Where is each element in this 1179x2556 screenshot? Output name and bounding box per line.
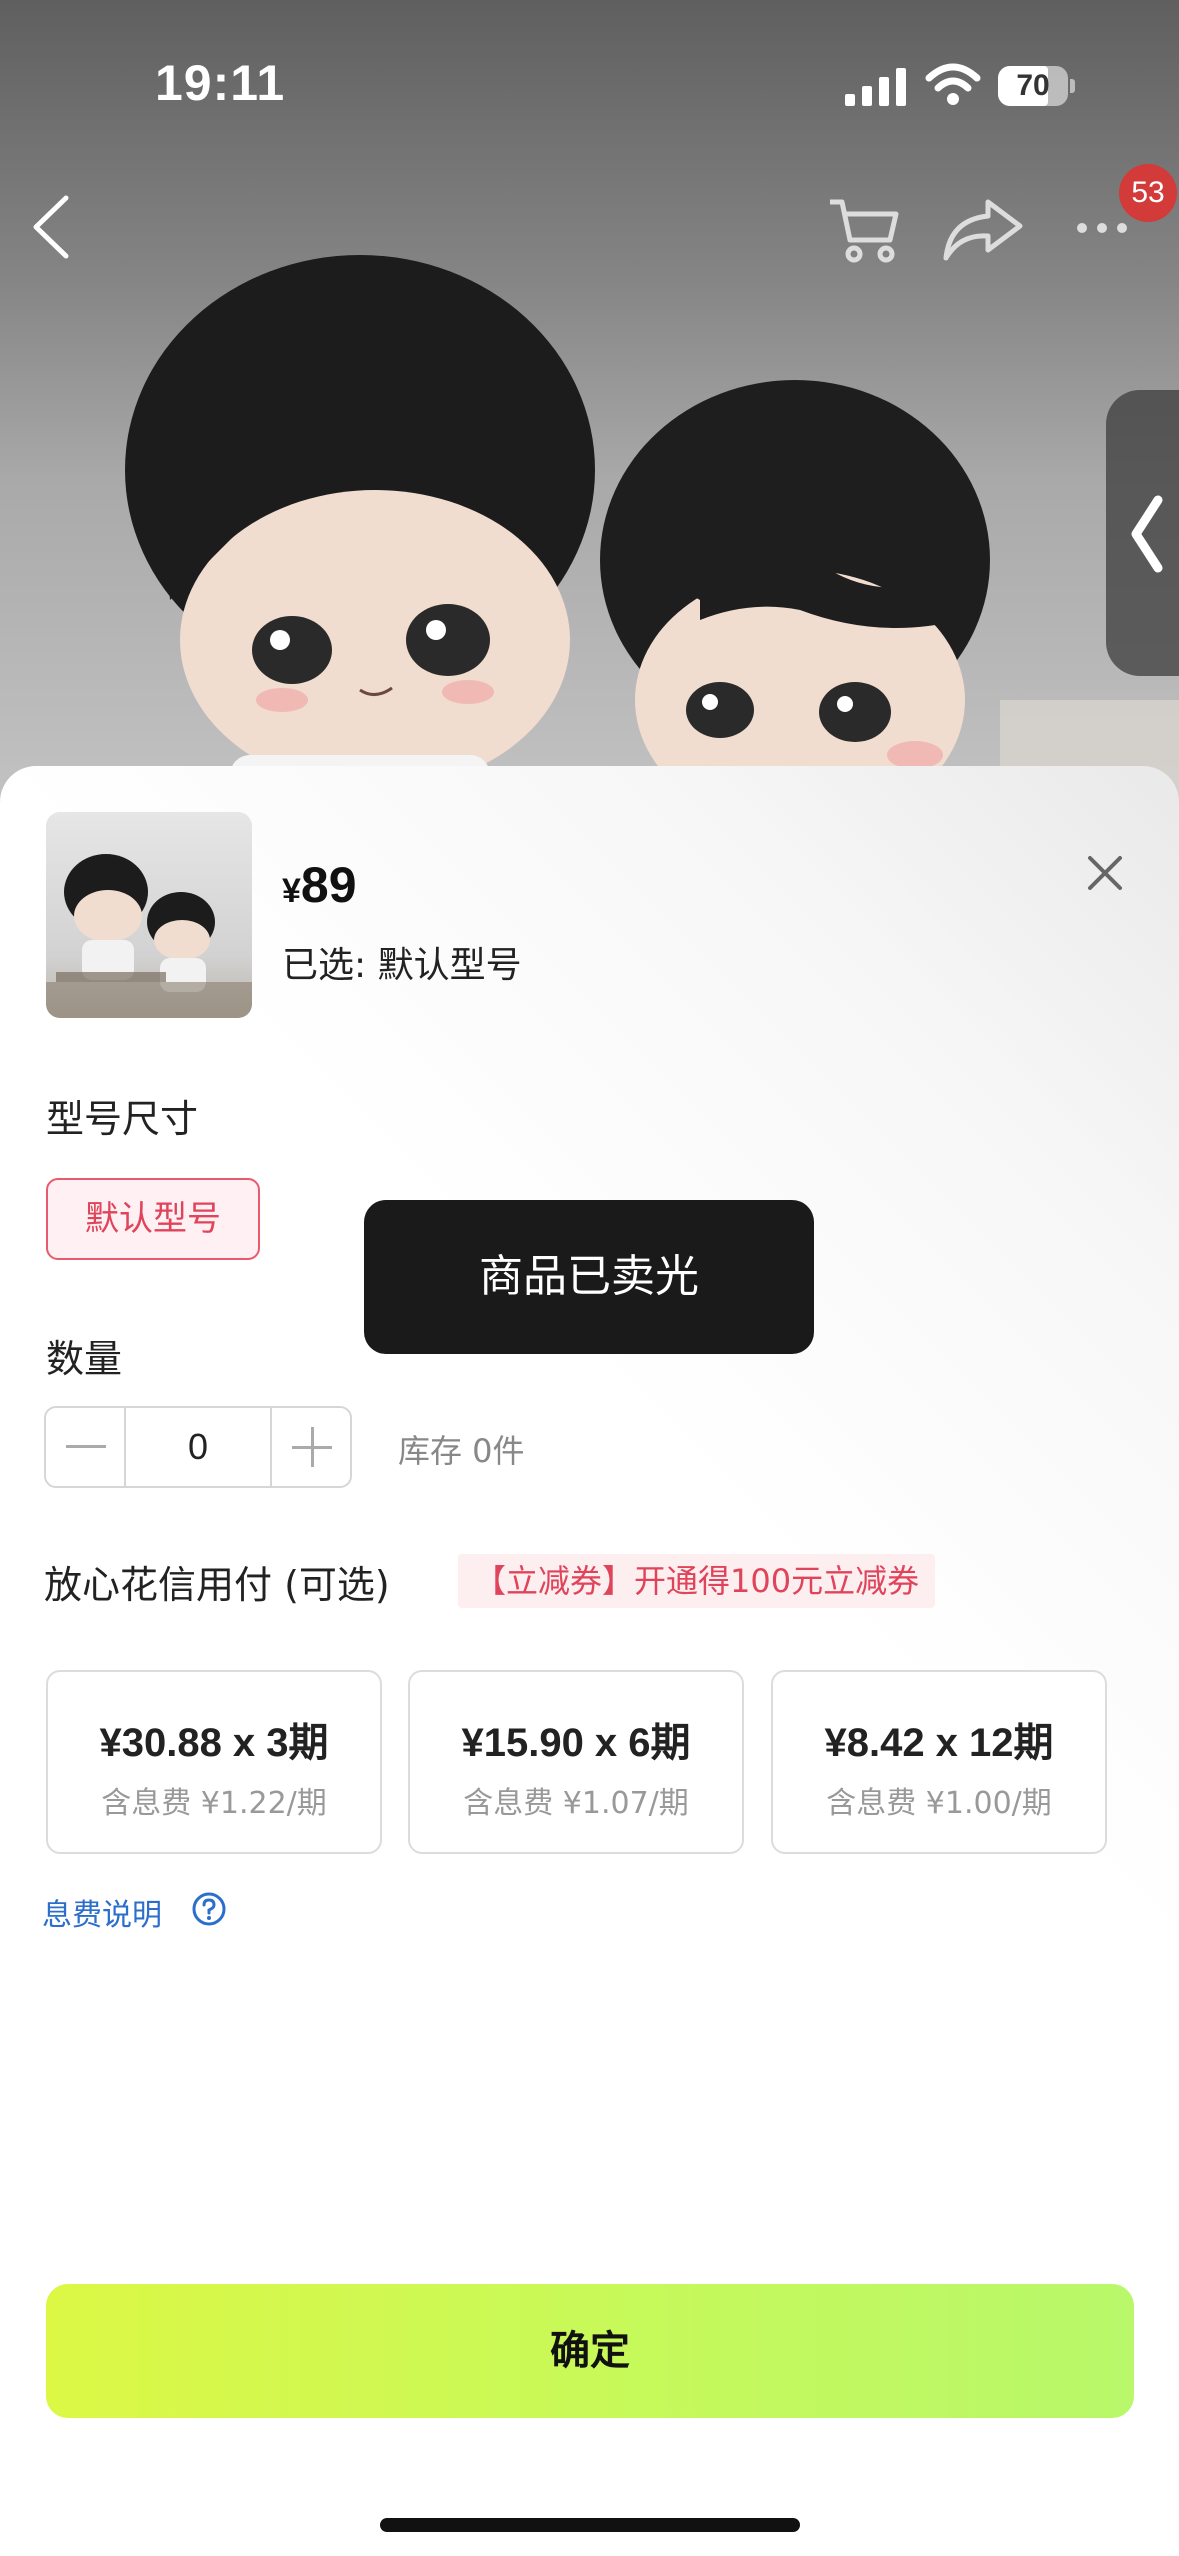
cart-icon[interactable] <box>826 194 902 266</box>
promo-tag: 【立减券】开通得100元立减券 <box>458 1554 936 1608</box>
plan-fee: 含息费 ¥1.22/期 <box>101 1786 327 1821</box>
sold-out-toast: 商品已卖光 <box>364 1200 814 1354</box>
installment-plan-3[interactable]: ¥30.88 x 3期 含息费 ¥1.22/期 <box>46 1670 382 1854</box>
selected-variant-text: 已选: 默认型号 <box>282 945 522 986</box>
fee-explanation-link[interactable]: 息费说明 <box>42 1890 162 1934</box>
product-photo: 19:11 70 53 <box>0 0 1179 800</box>
home-indicator <box>380 2518 800 2532</box>
product-thumbnail <box>46 812 252 1018</box>
notification-badge: 53 <box>1119 164 1177 222</box>
plus-icon <box>292 1427 332 1467</box>
plan-amount: ¥8.42 x 12期 <box>824 1721 1054 1765</box>
status-time: 19:11 <box>155 55 286 111</box>
back-icon[interactable] <box>28 192 72 262</box>
product-thumbnail-image <box>46 854 252 1018</box>
sku-selection-sheet: ¥89 已选: 默认型号 型号尺寸 默认型号 商品已卖光 数量 0 库存 0件 … <box>0 766 1179 2556</box>
installment-plan-12[interactable]: ¥8.42 x 12期 含息费 ¥1.00/期 <box>771 1670 1107 1854</box>
installment-title: 放心花信用付 (可选) <box>44 1563 390 1607</box>
quantity-stepper: 0 <box>44 1406 352 1488</box>
price-currency: ¥ <box>282 872 301 910</box>
price-value: 89 <box>300 857 357 913</box>
variant-section-title: 型号尺寸 <box>46 1097 199 1141</box>
side-drawer-tab[interactable] <box>1106 390 1179 676</box>
variant-option-default[interactable]: 默认型号 <box>46 1178 260 1260</box>
product-price: ¥89 <box>282 856 357 914</box>
stock-text: 库存 0件 <box>398 1432 525 1470</box>
installment-plan-6[interactable]: ¥15.90 x 6期 含息费 ¥1.07/期 <box>408 1670 744 1854</box>
battery-level: 70 <box>1016 69 1050 102</box>
minus-icon <box>66 1445 106 1448</box>
close-icon[interactable] <box>1080 848 1130 898</box>
confirm-button[interactable]: 确定 <box>46 2284 1134 2418</box>
chevron-left-icon <box>1131 495 1163 573</box>
quantity-input[interactable]: 0 <box>126 1408 270 1486</box>
battery-icon: 70 <box>998 66 1075 106</box>
decrease-button[interactable] <box>46 1408 126 1486</box>
plan-fee: 含息费 ¥1.07/期 <box>463 1786 689 1821</box>
wifi-icon <box>925 63 981 105</box>
plan-amount: ¥15.90 x 6期 <box>461 1721 691 1765</box>
share-icon[interactable] <box>940 196 1024 262</box>
cellular-signal-icon <box>845 68 906 106</box>
plan-amount: ¥30.88 x 3期 <box>99 1721 329 1765</box>
more-icon[interactable] <box>1074 218 1130 238</box>
quantity-section-title: 数量 <box>46 1337 123 1381</box>
plan-fee: 含息费 ¥1.00/期 <box>826 1786 1052 1821</box>
increase-button[interactable] <box>270 1408 350 1486</box>
status-bar: 19:11 70 <box>0 0 1179 160</box>
help-icon[interactable] <box>190 1890 228 1928</box>
